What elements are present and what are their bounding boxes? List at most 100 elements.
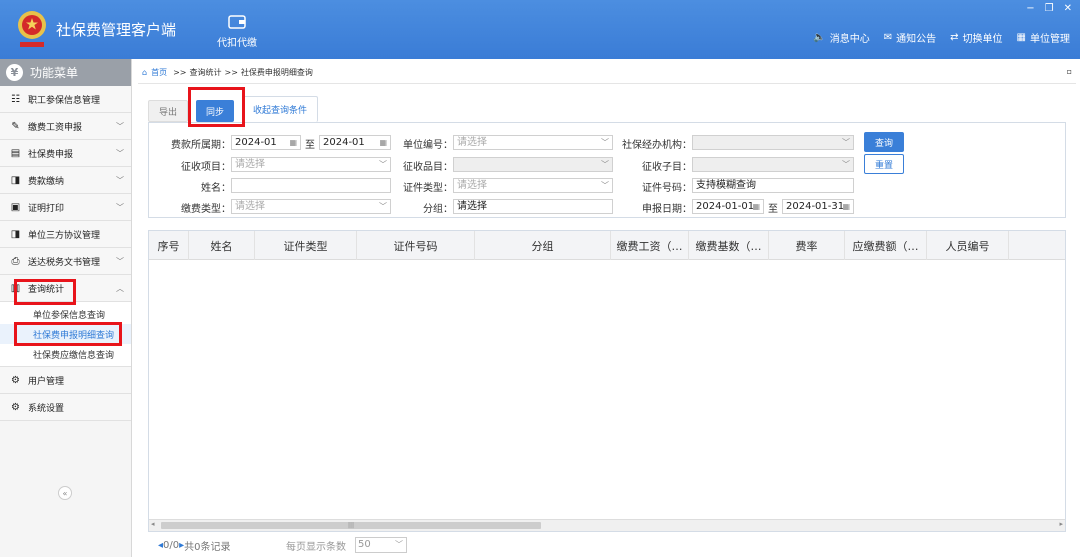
- subitem-label: 征收子目：: [642, 162, 692, 173]
- sidebar-item-tax-docs[interactable]: ⎙ 送达税务文书管理 ﹀: [0, 248, 131, 275]
- breadcrumb-level1: 查询统计: [189, 68, 222, 77]
- range-separator: 至: [768, 204, 778, 215]
- agency-label: 社保经办机构：: [622, 140, 692, 151]
- idno-label: 证件号码：: [642, 183, 692, 194]
- chevron-down-icon: ﹀: [116, 149, 124, 158]
- agency-select[interactable]: ﹀: [692, 135, 854, 150]
- page-size-select[interactable]: 50 ﹀: [355, 537, 407, 553]
- sidebar-item-certificate-print[interactable]: ▣ 证明打印 ﹀: [0, 194, 131, 221]
- switch-unit-button[interactable]: ⇄ 切换单位: [950, 30, 1002, 45]
- query-button[interactable]: 查询: [864, 132, 904, 152]
- wallet-icon: [228, 15, 246, 29]
- export-button[interactable]: 导出: [148, 100, 189, 122]
- table-column-header: 人员编号: [927, 231, 1009, 260]
- scroll-left-icon[interactable]: ◂: [151, 520, 155, 528]
- item-select[interactable]: 请选择 ﹀: [231, 157, 391, 172]
- sidebar-item-label: 查询统计: [28, 284, 65, 295]
- unit-no-select[interactable]: 请选择 ﹀: [453, 135, 613, 150]
- sidebar-item-label: 缴费工资申报: [28, 122, 83, 133]
- sidebar-item-query-stats[interactable]: ▥ 查询统计 ︿: [0, 275, 131, 302]
- app-title: 社保费管理客户端: [56, 21, 177, 39]
- sidebar-item-fee-declare[interactable]: ▤ 社保费申报 ﹀: [0, 140, 131, 167]
- tab-close-icon[interactable]: ▫: [1067, 67, 1072, 76]
- date-from-input[interactable]: 2024-01-01 ▦: [692, 199, 764, 214]
- national-emblem-icon: [18, 11, 46, 47]
- action-bar: 导出 同步 收起查询条件: [148, 96, 326, 122]
- scroll-right-icon[interactable]: ▸: [1059, 520, 1063, 528]
- date-to-input[interactable]: 2024-01-31 ▦: [782, 199, 854, 214]
- sidebar-item-label: 单位三方协议管理: [28, 230, 101, 241]
- reset-button[interactable]: 重置: [864, 154, 904, 174]
- page-size-value: 50: [358, 539, 371, 550]
- sidebar-item-tripartite[interactable]: ◨ 单位三方协议管理: [0, 221, 131, 248]
- breadcrumb-level2: 社保费申报明细查询: [240, 68, 313, 77]
- paytype-select[interactable]: 请选择 ﹀: [231, 199, 391, 214]
- gear-icon: ⚙: [11, 374, 20, 386]
- message-center-button[interactable]: 🔈 消息中心: [813, 30, 869, 45]
- bookmark-icon: ◨: [10, 228, 21, 240]
- range-separator: 至: [305, 140, 315, 151]
- name-input[interactable]: [231, 178, 391, 193]
- collapse-query-tab[interactable]: 收起查询条件: [242, 96, 319, 122]
- yuan-icon: ¥: [6, 64, 23, 81]
- category-label: 征收品目：: [403, 162, 453, 173]
- sidebar-item-payment[interactable]: ◨ 费款缴纳 ﹀: [0, 167, 131, 194]
- chevron-down-icon: ﹀: [116, 257, 124, 266]
- horizontal-scrollbar[interactable]: ◂ ||| ▸: [149, 519, 1065, 531]
- group-label: 分组：: [423, 204, 453, 215]
- breadcrumb-separator: >>: [224, 68, 238, 77]
- sidebar-subitem-fee-detail[interactable]: 社保费申报明细查询: [0, 324, 131, 344]
- sidebar-collapse-button[interactable]: «: [58, 486, 72, 500]
- maximize-icon[interactable]: ❐: [1045, 3, 1054, 14]
- result-table: 序号 姓名 证件类型 证件号码 分组 缴费工资（… 缴费基数（… 费率 应缴费额（… 人员编号 ◂…: [148, 230, 1066, 532]
- group-select[interactable]: 请选择: [453, 199, 613, 214]
- scrollbar-thumb[interactable]: |||: [161, 522, 541, 529]
- sidebar-item-label: 证明打印: [28, 203, 65, 214]
- date-from-value: 2024-01-01: [696, 201, 755, 212]
- sidebar-item-system-settings[interactable]: ⚙ 系统设置: [0, 394, 131, 421]
- idno-input[interactable]: 支持模糊查询: [692, 178, 854, 193]
- sidebar-item-label: 系统设置: [28, 403, 65, 414]
- table-column-header: 费率: [769, 231, 845, 260]
- subitem-select[interactable]: ﹀: [692, 157, 854, 172]
- close-icon[interactable]: ✕: [1064, 3, 1072, 14]
- chevron-down-icon: ﹀: [842, 138, 850, 147]
- minimize-icon[interactable]: −: [1026, 3, 1034, 14]
- daikou-button[interactable]: 代扣代缴: [214, 14, 260, 49]
- sidebar-item-user-manage[interactable]: ⚙ 用户管理: [0, 367, 131, 394]
- document-icon: ▣: [10, 201, 21, 213]
- edit-icon: ✎: [11, 120, 20, 132]
- name-label: 姓名：: [201, 183, 231, 194]
- calendar-icon: ▦: [289, 138, 297, 147]
- title-bar: 社保费管理客户端 代扣代缴 🔈 消息中心 ✉ 通知公告 ⇄ 切换单位 ▦ 单位管理 − …: [0, 0, 1080, 59]
- idtype-placeholder: 请选择: [457, 180, 487, 191]
- gear-icon: ⚙: [11, 401, 20, 413]
- breadcrumb-home-link[interactable]: 首页: [151, 67, 167, 78]
- topnav-label: 单位管理: [1030, 34, 1070, 45]
- sidebar-subitem-fee-due[interactable]: 社保费应缴信息查询: [0, 344, 131, 364]
- building-icon: ▦: [1016, 32, 1026, 43]
- period-label: 费款所属期：: [171, 140, 231, 151]
- unit-manage-button[interactable]: ▦ 单位管理: [1017, 30, 1070, 45]
- topnav-label: 通知公告: [896, 34, 937, 45]
- category-select[interactable]: ﹀: [453, 157, 613, 172]
- idtype-label: 证件类型：: [403, 183, 453, 194]
- sidebar-item-employee-info[interactable]: ☷ 职工参保信息管理: [0, 86, 131, 113]
- idno-value: 支持模糊查询: [696, 180, 756, 191]
- sidebar-item-wage-declare[interactable]: ✎ 缴费工资申报 ﹀: [0, 113, 131, 140]
- total-records: 共0条记录: [184, 542, 231, 553]
- sync-button[interactable]: 同步: [196, 100, 235, 122]
- paytype-label: 缴费类型：: [181, 204, 231, 215]
- paytype-placeholder: 请选择: [235, 201, 265, 212]
- print-icon: ⎙: [11, 255, 20, 267]
- table-column-header: 应缴费额（…: [845, 231, 927, 260]
- sidebar-subitem-unit-insurance[interactable]: 单位参保信息查询: [0, 304, 131, 324]
- topnav-label: 消息中心: [829, 34, 870, 45]
- table-column-header: 缴费工资（…: [611, 231, 689, 260]
- notice-button[interactable]: ✉ 通知公告: [884, 30, 936, 45]
- period-from-input[interactable]: 2024-01 ▦: [231, 135, 301, 150]
- chevron-down-icon: ﹀: [395, 540, 403, 549]
- sidebar-item-label: 社保费申报: [28, 149, 74, 160]
- idtype-select[interactable]: 请选择 ﹀: [453, 178, 613, 193]
- list-icon: ☷: [11, 93, 20, 105]
